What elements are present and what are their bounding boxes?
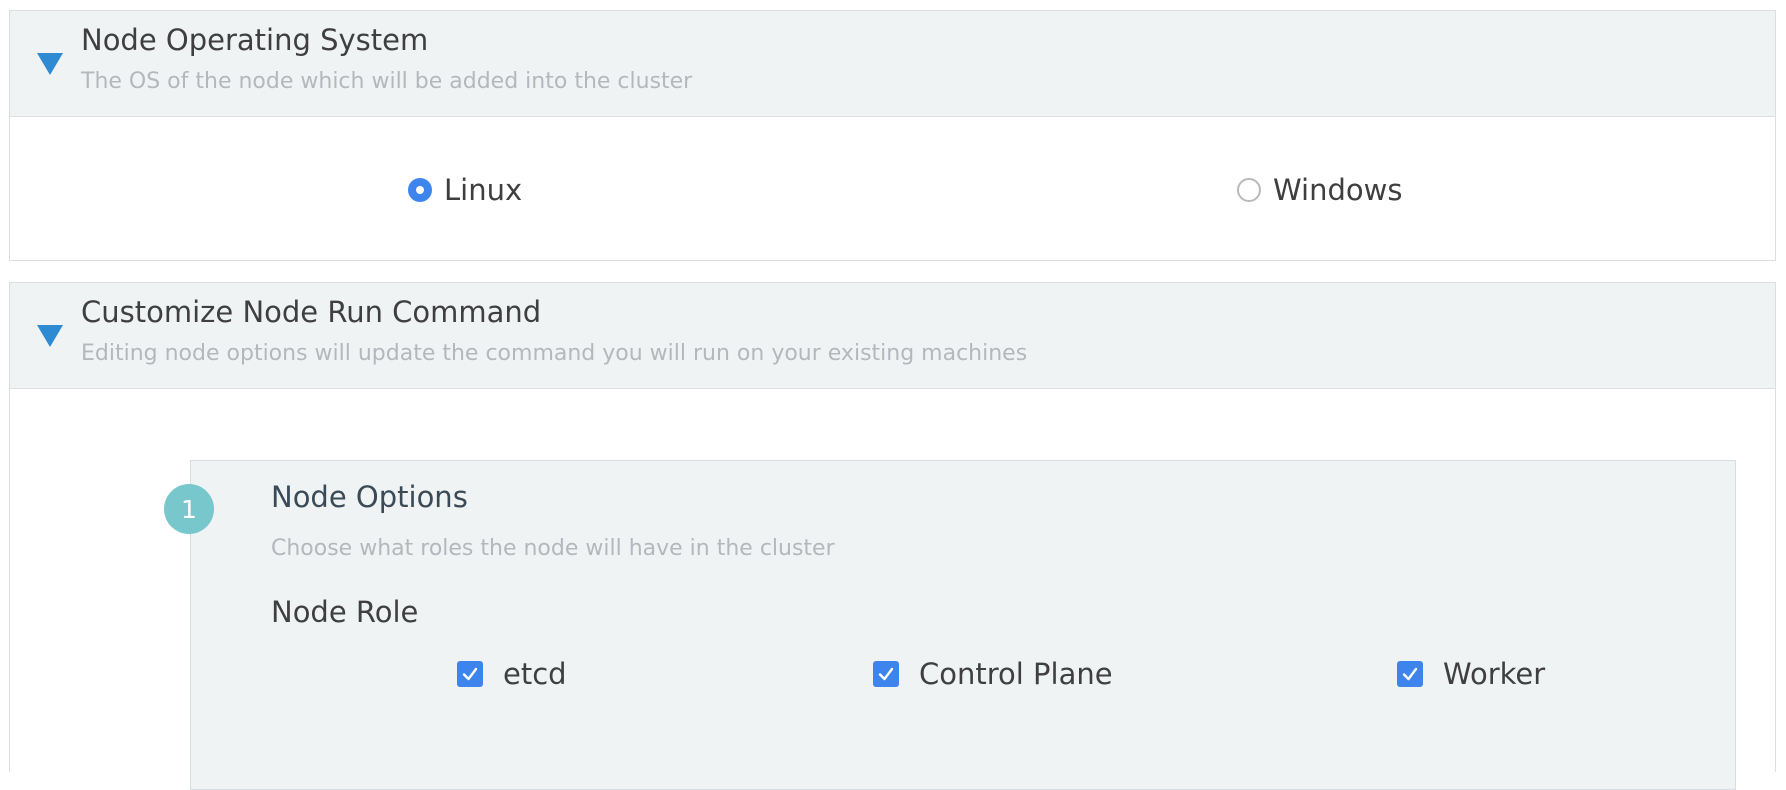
checkbox-checked-icon[interactable] [457,661,483,687]
section-subtitle: The OS of the node which will be added i… [81,69,693,94]
section-title: Customize Node Run Command [81,295,542,329]
run-command-section: Customize Node Run Command Editing node … [9,282,1776,790]
radio-label: Windows [1273,173,1403,207]
node-role-label: Node Role [271,595,419,629]
collapse-triangle-icon[interactable] [37,325,63,347]
node-os-section: Node Operating System The OS of the node… [9,10,1776,261]
checkbox-control-plane[interactable]: Control Plane [873,657,1113,691]
checkbox-checked-icon[interactable] [873,661,899,687]
radio-windows[interactable]: Windows [1237,173,1402,207]
run-command-header[interactable]: Customize Node Run Command Editing node … [10,283,1775,389]
checkbox-worker[interactable]: Worker [1397,657,1545,691]
radio-label: Linux [444,173,523,207]
step-number-badge: 1 [164,484,214,534]
checkbox-label: etcd [503,657,567,691]
radio-unchecked-icon[interactable] [1237,178,1261,202]
section-subtitle: Editing node options will update the com… [81,341,1028,366]
checkbox-etcd[interactable]: etcd [457,657,567,691]
step-title: Node Options [271,480,468,514]
node-os-header[interactable]: Node Operating System The OS of the node… [10,11,1775,117]
checkbox-label: Control Plane [919,657,1113,691]
checkbox-checked-icon[interactable] [1397,661,1423,687]
node-options-step: Node Options Choose what roles the node … [190,460,1736,790]
radio-checked-icon[interactable] [408,178,432,202]
step-subtitle: Choose what roles the node will have in … [271,536,835,561]
section-title: Node Operating System [81,23,429,57]
checkbox-label: Worker [1443,657,1546,691]
collapse-triangle-icon[interactable] [37,53,63,75]
radio-linux[interactable]: Linux [408,173,522,207]
